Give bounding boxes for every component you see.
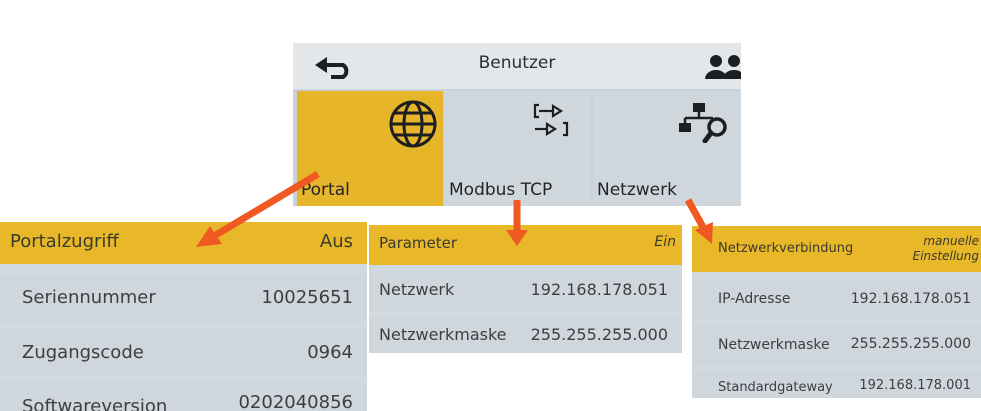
arrow-netzwerk (684, 198, 713, 244)
arrow-modbus (506, 200, 528, 246)
arrow-portal (196, 170, 320, 247)
callout-arrows (196, 170, 713, 247)
